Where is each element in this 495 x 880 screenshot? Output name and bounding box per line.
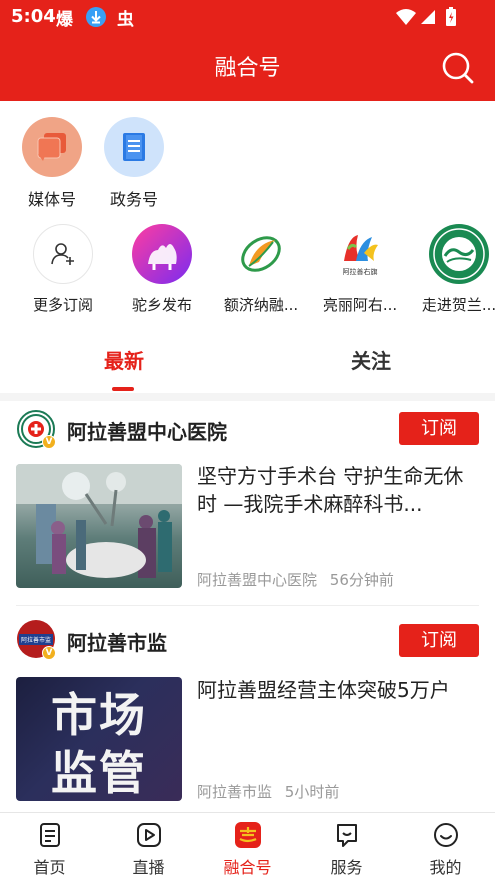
tab-following[interactable]: 关注 [247,345,495,374]
signal-icon [420,6,436,28]
status-bar: 5:04 爆 虫 [0,0,495,34]
top-bar: 5:04 爆 虫 融合号 [0,0,495,101]
logo-caption: 阿拉善右旗 [342,268,378,276]
thumb-text-line1: 市场 [51,688,147,742]
avatar-text: 阿拉善市监 [18,633,53,645]
play-icon [136,823,161,847]
sub-ejina[interactable]: 额济纳融... [213,224,309,315]
bottom-nav: 首页 直播 融合号 服务 我的 [0,812,495,880]
meta-time: 56分钟前 [329,571,394,589]
article-headline[interactable]: 阿拉善盟经营主体突破5万户 [197,676,479,706]
home-doc-icon [39,823,60,847]
sub-helan[interactable]: 走进贺兰... [411,224,495,315]
battery-icon [445,6,457,28]
meta-source: 阿拉善市监 [197,783,273,801]
add-user-icon [33,224,93,284]
ronghe-logo-icon [234,822,261,848]
search-button[interactable] [438,48,478,88]
article-meta: 阿拉善市监 5小时前 [197,781,339,802]
verified-badge-icon: V [42,435,56,449]
document-icon [104,117,164,177]
subscribe-button[interactable]: 订阅 [399,624,479,657]
leaf-logo-icon [231,224,291,284]
nav-label: 融合号 [223,858,272,877]
sub-tuoxiang[interactable]: 驼乡发布 [114,224,210,315]
smile-icon [433,823,458,847]
article-headline[interactable]: 坚守方寸手术台 守护生命无休时 —我院手术麻醉科书... [197,462,479,520]
wifi-icon [395,6,417,28]
sub-label: 走进贺兰... [421,296,495,314]
nav-label: 服务 [330,858,363,877]
media-stack-icon [22,117,82,177]
nav-mine[interactable]: 我的 [396,821,495,878]
service-flag-icon [336,824,357,847]
sub-label: 额济纳融... [223,296,299,314]
source-name[interactable]: 阿拉善盟中心医院 [67,416,227,445]
nav-label: 直播 [132,858,165,877]
article-thumbnail[interactable] [16,464,182,588]
source-name[interactable]: 阿拉善市监 [67,627,167,656]
category-media[interactable]: 媒体号 [7,117,97,210]
nature-reserve-logo-icon [429,224,489,284]
notification-text-2: 虫 [117,9,134,30]
tab-latest[interactable]: 最新 [0,345,248,374]
nav-label: 我的 [429,858,462,877]
status-time: 5:04 [11,6,56,27]
nav-live[interactable]: 直播 [99,821,198,878]
category-label: 媒体号 [27,190,76,209]
active-tab-indicator [112,387,134,391]
feed-item[interactable]: V 阿拉善盟中心医院 订阅 坚守方寸手术台 守护生命无休时 —我院手术麻醉科书.… [0,401,495,606]
meta-source: 阿拉善盟中心医院 [197,571,318,589]
sub-label: 更多订阅 [32,296,93,314]
article-meta: 阿拉善盟中心医院 56分钟前 [197,569,394,590]
category-gov[interactable]: 政务号 [89,117,179,210]
download-icon [85,6,107,28]
nav-home[interactable]: 首页 [0,821,99,878]
page-title: 融合号 [214,56,281,81]
colorful-logo-icon: 阿拉善右旗 [330,224,390,284]
sub-label: 亮丽阿右... [322,296,398,314]
feed-item[interactable]: 阿拉善市监 V 阿拉善市监 订阅 市场 监管 阿拉善盟经营主体突破5万户 阿拉善… [0,606,495,812]
camel-logo-icon [132,224,192,284]
sub-alashan-right[interactable]: 阿拉善右旗 亮丽阿右... [312,224,408,315]
category-label: 政务号 [109,190,158,209]
sub-more[interactable]: 更多订阅 [15,224,111,315]
nav-label: 首页 [33,858,66,877]
notification-text-1: 爆 [56,9,73,30]
meta-time: 5小时前 [284,783,340,801]
sub-label: 驼乡发布 [131,296,192,314]
search-icon [442,52,474,84]
nav-service[interactable]: 服务 [297,821,396,878]
article-thumbnail[interactable]: 市场 监管 [16,677,182,801]
nav-ronghe[interactable]: 融合号 [198,821,297,878]
verified-badge-icon: V [42,646,56,660]
section-divider [0,393,495,401]
thumb-text-line2: 监管 [51,746,147,800]
subscribe-button[interactable]: 订阅 [399,412,479,445]
